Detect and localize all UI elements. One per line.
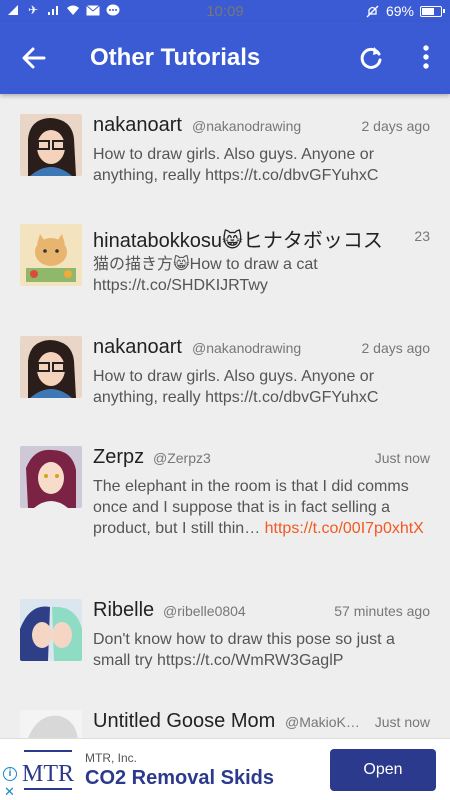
tweet-text: Don't know how to draw this pose so just…	[93, 631, 395, 669]
page-title: Other Tutorials	[90, 44, 261, 71]
advertiser-logo-text: MTR	[22, 761, 74, 787]
app-bar: Other Tutorials	[0, 22, 450, 94]
tweet-author-handle: @MakioK…	[285, 714, 360, 730]
tweet-text: How to draw girls. Also guys. Anyone or …	[93, 368, 379, 406]
ad-headline[interactable]: CO2 Removal Skids	[85, 767, 274, 790]
ad-advertiser: MTR, Inc.	[85, 751, 138, 765]
avatar	[20, 114, 82, 176]
tweet-link[interactable]: https://t.co/00I7p0xhtX	[265, 520, 424, 537]
refresh-icon[interactable]	[356, 42, 386, 72]
avatar	[20, 224, 82, 286]
avatar	[20, 710, 82, 738]
tweet-timestamp: 2 days ago	[361, 340, 431, 356]
tweet-author-name: Untitled Goose Mom	[93, 710, 276, 732]
status-bar: ✈ 10:09 69%	[0, 0, 450, 22]
tweet-text: 猫の描き方😸How to draw a cat https://t.co/SHD…	[93, 256, 318, 294]
tweet-author-name: nakanoart	[93, 336, 182, 358]
ad-info-icon[interactable]: i	[3, 767, 17, 781]
avatar	[20, 599, 82, 661]
tweet-author-name: hinatabokkosu😸ヒナタボッコス	[93, 230, 383, 252]
tweet-author-name: Ribelle	[93, 599, 155, 621]
battery-icon	[420, 5, 445, 17]
tweet-feed[interactable]: nakanoart @nakanodrawing 2 days ago How …	[0, 94, 450, 738]
tweet-timestamp: 2 days ago	[361, 118, 431, 134]
status-icons-right: 69%	[366, 3, 445, 19]
tweet-author-handle: @nakanodrawing	[192, 340, 302, 356]
tweet-author-handle: @nakanodrawing	[192, 118, 302, 134]
tweet-author-handle: @Zerpz3	[153, 450, 211, 466]
ad-close-icon[interactable]: ✕	[4, 784, 15, 800]
advertiser-logo: MTR	[22, 747, 74, 793]
tweet-timestamp: Just now	[374, 450, 430, 466]
back-arrow-icon[interactable]	[18, 42, 50, 74]
tweet-timestamp: 23	[414, 228, 430, 244]
tweet-author-handle: @ribelle0804	[163, 603, 246, 619]
tweet-text: The elephant in the room is that I did c…	[93, 476, 428, 539]
tweet-timestamp: 57 minutes ago	[334, 603, 430, 619]
battery-percent: 69%	[385, 3, 414, 19]
mute-bell-icon	[366, 4, 380, 18]
ad-banner[interactable]: i ✕ MTR MTR, Inc. CO2 Removal Skids Open	[0, 738, 450, 800]
tweet-author-name: nakanoart	[93, 114, 182, 136]
avatar	[20, 446, 82, 508]
ad-open-button[interactable]: Open	[330, 749, 436, 791]
overflow-menu-icon[interactable]	[416, 42, 436, 72]
tweet-timestamp: Just now	[374, 714, 430, 730]
avatar	[20, 336, 82, 398]
tweet-author-name: Zerpz	[93, 446, 145, 468]
tweet-text: How to draw girls. Also guys. Anyone or …	[93, 146, 379, 184]
